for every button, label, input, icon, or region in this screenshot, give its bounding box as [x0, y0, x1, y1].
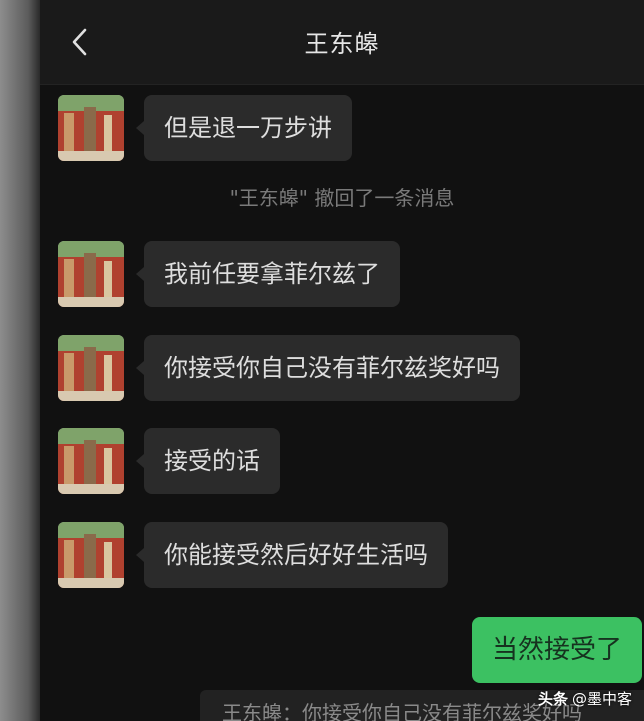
avatar[interactable]: [58, 428, 124, 494]
chat-header: 王东皞: [40, 0, 644, 85]
message-row: 我前任要拿菲尔兹了: [58, 241, 400, 307]
message-row: 你接受你自己没有菲尔兹奖好吗: [58, 335, 520, 401]
message-row: 你能接受然后好好生活吗: [58, 522, 448, 588]
left-edge-strip: [0, 0, 40, 721]
message-bubble[interactable]: 接受的话: [136, 428, 280, 494]
message-bubble[interactable]: 你接受你自己没有菲尔兹奖好吗: [136, 335, 520, 401]
avatar[interactable]: [58, 241, 124, 307]
avatar[interactable]: [58, 335, 124, 401]
message-list[interactable]: 但是退一万步讲 "王东皞" 撤回了一条消息 我前任要拿菲尔兹了 你接受你自己没有…: [40, 85, 644, 721]
message-row: 但是退一万步讲: [58, 95, 352, 161]
message-bubble[interactable]: 但是退一万步讲: [136, 95, 352, 161]
message-bubble[interactable]: 你能接受然后好好生活吗: [136, 522, 448, 588]
message-bubble[interactable]: 我前任要拿菲尔兹了: [136, 241, 400, 307]
message-row: 接受的话: [58, 428, 280, 494]
watermark: 头条 @墨中客: [538, 688, 632, 709]
avatar[interactable]: [58, 522, 124, 588]
chat-screen: 王东皞 但是退一万步讲 "王东皞" 撤回了一条消息 我前任要拿菲尔兹了 你接受你…: [0, 0, 644, 721]
chat-title: 王东皞: [304, 30, 380, 58]
watermark-brand: 头条: [537, 690, 568, 708]
avatar[interactable]: [58, 95, 124, 161]
outgoing-message-bubble[interactable]: 当然接受了: [471, 617, 642, 683]
recall-notice: "王东皞" 撤回了一条消息: [229, 186, 455, 210]
watermark-handle: @墨中客: [571, 690, 632, 708]
